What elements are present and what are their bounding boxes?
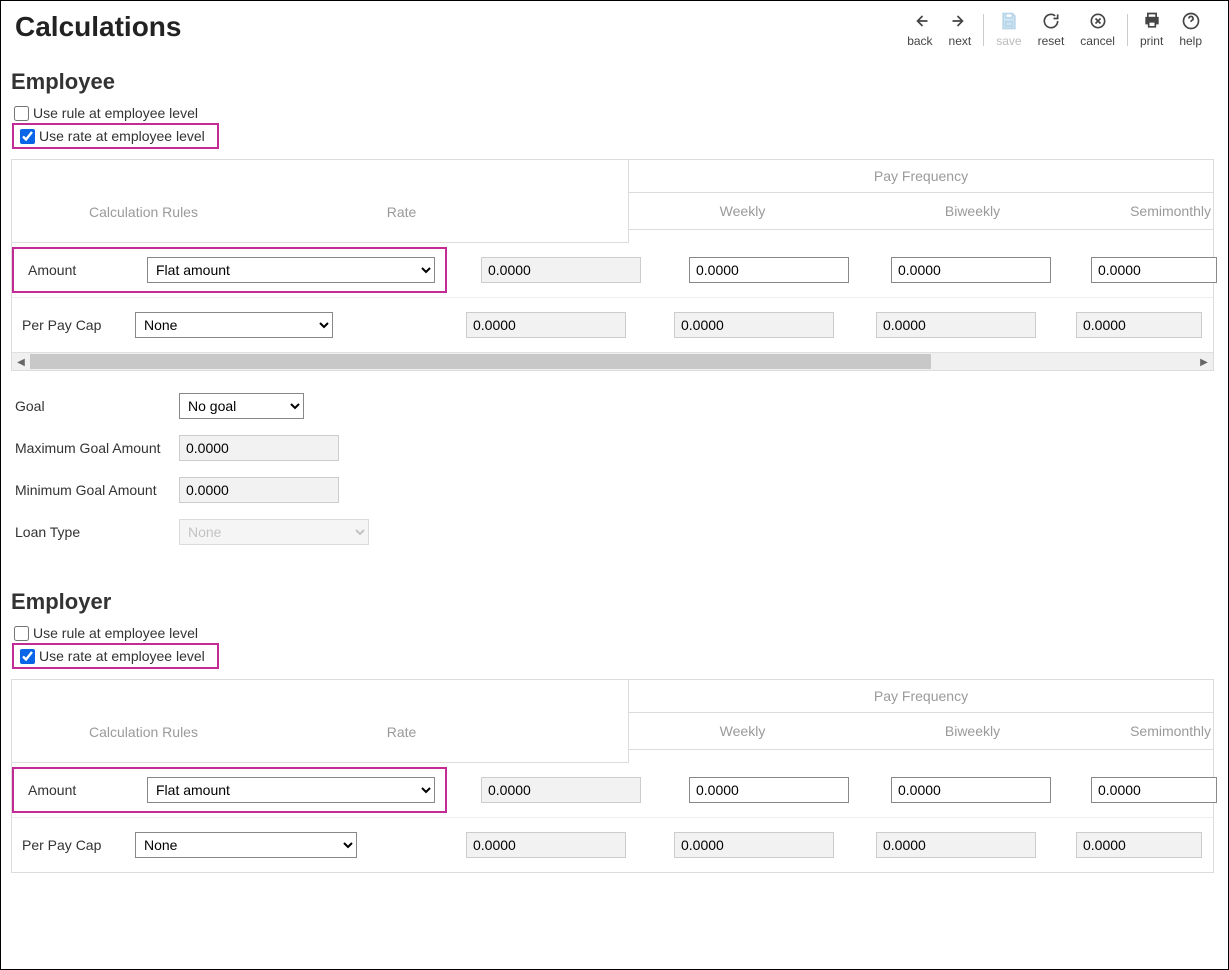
employer-use-rate-label: Use rate at employee level	[39, 648, 205, 664]
loan-type-label: Loan Type	[15, 524, 173, 540]
employee-amount-semimonthly[interactable]	[1091, 257, 1217, 283]
employer-amount-rate	[481, 777, 641, 803]
scroll-right-icon[interactable]: ▶	[1195, 353, 1213, 371]
employer-use-rule-checkbox[interactable]	[14, 626, 29, 641]
employer-perpaycap-weekly	[674, 832, 834, 858]
employee-use-rate-label: Use rate at employee level	[39, 128, 205, 144]
arrow-right-icon	[950, 11, 970, 31]
goal-row: Goal No goal	[15, 385, 1214, 427]
col-header-semimonthly: Semimonthly	[1089, 713, 1213, 749]
scrollbar-thumb[interactable]	[30, 354, 931, 369]
col-header-calc-rules: Calculation Rules	[20, 194, 267, 230]
employer-use-rule-label: Use rule at employee level	[33, 625, 198, 641]
employer-calc-grid: Calculation Rules Rate Pay Frequency Wee…	[11, 679, 1214, 873]
highlight-employee-amount: Amount Flat amount	[12, 247, 447, 293]
employer-amount-rule-select[interactable]: Flat amount	[147, 777, 435, 803]
employee-amount-row: Amount Flat amount	[12, 243, 1213, 298]
highlight-employer-amount: Amount Flat amount	[12, 767, 447, 813]
col-header-rate: Rate	[267, 194, 620, 230]
col-header-weekly: Weekly	[629, 713, 856, 749]
min-goal-row: Minimum Goal Amount	[15, 469, 1214, 511]
help-button[interactable]: help	[1179, 11, 1202, 47]
employee-perpaycap-weekly	[674, 312, 834, 338]
employee-amount-rate	[481, 257, 641, 283]
goal-label: Goal	[15, 398, 173, 414]
employer-perpaycap-biweekly	[876, 832, 1036, 858]
perpaycap-label: Per Pay Cap	[22, 837, 127, 853]
cancel-button[interactable]: cancel	[1080, 11, 1115, 47]
horizontal-scrollbar[interactable]: ◀ ▶	[12, 352, 1213, 370]
employer-amount-semimonthly[interactable]	[1091, 777, 1217, 803]
loan-type-select: None	[179, 519, 369, 545]
employer-use-rate-checkbox[interactable]	[20, 649, 35, 664]
col-header-semimonthly: Semimonthly	[1089, 193, 1213, 229]
employee-amount-rule-select[interactable]: Flat amount	[147, 257, 435, 283]
col-header-pay-frequency: Pay Frequency	[629, 680, 1213, 713]
min-goal-input	[179, 477, 339, 503]
employee-perpaycap-row: Per Pay Cap None	[12, 298, 1213, 352]
print-icon	[1142, 11, 1162, 31]
employee-use-rule-checkbox[interactable]	[14, 106, 29, 121]
col-header-calc-rules: Calculation Rules	[20, 714, 267, 750]
col-header-pay-frequency: Pay Frequency	[629, 160, 1213, 193]
col-header-weekly: Weekly	[629, 193, 856, 229]
toolbar: back next save reset cancel	[895, 11, 1214, 47]
employee-section-title: Employee	[11, 69, 1214, 95]
employee-amount-biweekly[interactable]	[891, 257, 1051, 283]
employee-use-rule-label: Use rule at employee level	[33, 105, 198, 121]
page-title: Calculations	[15, 11, 181, 43]
highlight-employee-use-rate: Use rate at employee level	[12, 123, 219, 149]
col-header-biweekly: Biweekly	[856, 713, 1089, 749]
employee-calc-grid: Calculation Rules Rate Pay Frequency Wee…	[11, 159, 1214, 371]
min-goal-label: Minimum Goal Amount	[15, 482, 173, 498]
highlight-employer-use-rate: Use rate at employee level	[12, 643, 219, 669]
back-button[interactable]: back	[907, 11, 932, 47]
col-header-rate: Rate	[267, 714, 620, 750]
cancel-icon	[1088, 11, 1108, 31]
save-icon	[999, 11, 1019, 31]
max-goal-label: Maximum Goal Amount	[15, 440, 173, 456]
employee-perpaycap-biweekly	[876, 312, 1036, 338]
employee-use-rate-row[interactable]: Use rate at employee level	[20, 128, 205, 144]
print-button[interactable]: print	[1140, 11, 1163, 47]
amount-label: Amount	[28, 262, 123, 278]
reset-button[interactable]: reset	[1038, 11, 1065, 47]
employee-use-rule-row[interactable]: Use rule at employee level	[14, 103, 1214, 123]
reset-icon	[1041, 11, 1061, 31]
scroll-left-icon[interactable]: ◀	[12, 353, 30, 371]
goal-select[interactable]: No goal	[179, 393, 304, 419]
employee-amount-weekly[interactable]	[689, 257, 849, 283]
save-button: save	[996, 11, 1021, 47]
max-goal-input	[179, 435, 339, 461]
help-icon	[1181, 11, 1201, 31]
amount-label: Amount	[28, 782, 123, 798]
next-button[interactable]: next	[949, 11, 972, 47]
employer-perpaycap-rule-select[interactable]: None	[135, 832, 357, 858]
employer-section-title: Employer	[11, 589, 1214, 615]
employer-amount-biweekly[interactable]	[891, 777, 1051, 803]
employer-use-rule-row[interactable]: Use rule at employee level	[14, 623, 1214, 643]
employer-amount-row: Amount Flat amount	[12, 763, 1213, 818]
arrow-left-icon	[910, 11, 930, 31]
max-goal-row: Maximum Goal Amount	[15, 427, 1214, 469]
employer-amount-weekly[interactable]	[689, 777, 849, 803]
employee-perpaycap-semimonthly	[1076, 312, 1202, 338]
perpaycap-label: Per Pay Cap	[22, 317, 127, 333]
col-header-biweekly: Biweekly	[856, 193, 1089, 229]
employee-perpaycap-rule-select[interactable]: None	[135, 312, 333, 338]
employee-use-rate-checkbox[interactable]	[20, 129, 35, 144]
employer-perpaycap-rate	[466, 832, 626, 858]
employer-use-rate-row[interactable]: Use rate at employee level	[20, 648, 205, 664]
employer-perpaycap-row: Per Pay Cap None	[12, 818, 1213, 872]
employer-perpaycap-semimonthly	[1076, 832, 1202, 858]
loan-type-row: Loan Type None	[15, 511, 1214, 553]
employee-perpaycap-rate	[466, 312, 626, 338]
